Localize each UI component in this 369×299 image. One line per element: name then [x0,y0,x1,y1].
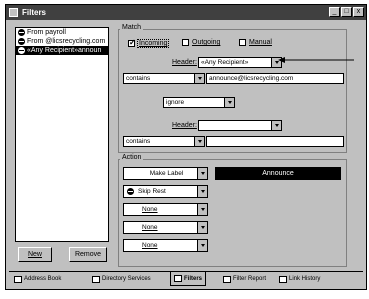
annotation-arrow [278,57,354,63]
outgoing-check-box[interactable] [182,39,189,46]
tab-filters[interactable]: Filters [170,272,207,286]
match-group-label: Match [120,24,144,31]
minimize-button[interactable]: _ [329,7,340,17]
filter-item[interactable]: From payroll [16,28,108,37]
filter-icon [18,38,25,45]
window-title: Filters [22,8,47,17]
filter-report-icon [223,275,231,283]
action-select-2[interactable]: Skip Rest [123,185,208,198]
action-select-3[interactable]: None [123,203,208,216]
close-button[interactable]: x [353,7,364,17]
action-select-value: Skip Rest [138,188,166,195]
conjunction-select-value: ignore [166,99,185,106]
filters-icon [174,275,182,282]
skip-rest-icon [127,188,134,195]
remove-button[interactable]: Remove [69,247,107,262]
action-group-label: Action [120,154,144,161]
incoming-label: Incoming [137,39,170,48]
action-select-value: None [142,206,158,213]
chevron-down-icon[interactable] [194,74,204,83]
conjunction-select[interactable]: ignore [163,97,235,108]
filter-item-label: «Any Recipient»announ [27,47,102,54]
filter-item[interactable]: «Any Recipient»announ [16,46,108,55]
tab-label: Directory Services [102,276,151,282]
chevron-down-icon[interactable] [197,186,207,197]
filter-item[interactable]: From @licsrecycling.com [16,37,108,46]
value1-field[interactable]: announce@licsrecycling.com [206,73,344,84]
action-select-4[interactable]: None [123,221,208,234]
tab-label: Link History [289,276,321,282]
action-select-value: None [142,224,158,231]
title-bar: Filters [6,5,366,20]
manual-check-box[interactable] [239,39,246,46]
header1-select-value: «Any Recipient» [201,59,249,66]
new-button-label: New [27,251,42,258]
header1-label-text: Header: [172,59,197,66]
manual-checkbox[interactable]: Manual [239,39,272,46]
tab-link-history[interactable]: Link History [276,272,323,286]
chevron-down-icon[interactable] [197,222,207,233]
tab-directory-services[interactable]: Directory Services [89,272,154,286]
header2-select[interactable] [198,120,282,131]
action-select-1[interactable]: Make Label [123,167,208,180]
chevron-down-icon[interactable] [224,98,234,107]
filter-icon [18,47,25,54]
value2-field[interactable] [206,136,344,147]
action-select-value: None [142,242,158,249]
incoming-check-box[interactable]: ✓ [128,38,136,47]
condition1-select[interactable]: contains [123,73,205,84]
outgoing-checkbox[interactable]: Outgoing [182,39,220,46]
tab-label: Address Book [24,276,62,282]
action-select-5[interactable]: None [123,239,208,252]
chevron-down-icon[interactable] [194,137,204,146]
remove-button-label: Remove [74,251,102,258]
action-select-value: Make Label [149,170,184,177]
maximize-button[interactable]: □ [341,7,352,17]
header1-label: Header: [172,59,197,66]
new-button[interactable]: New [18,247,52,262]
filter-icon [18,29,25,36]
tab-label: Filters [184,275,203,282]
condition2-select[interactable]: contains [123,136,205,147]
incoming-checkbox[interactable]: ✓ Incoming [128,38,170,48]
link-history-icon [279,275,287,283]
filter-item-label: From payroll [27,29,66,36]
filters-window: Filters _ □ x From payroll From @licsrec… [5,4,367,290]
manual-label: Manual [249,39,272,46]
condition1-select-value: contains [126,75,151,82]
tab-label: Filter Report [233,276,267,282]
chevron-down-icon[interactable] [197,204,207,215]
chevron-down-icon[interactable] [197,168,207,179]
filter-list[interactable]: From payroll From @licsrecycling.com «An… [15,27,109,242]
chevron-down-icon[interactable] [197,240,207,251]
header2-label-text: Header: [172,122,197,129]
outgoing-label: Outgoing [192,39,221,46]
filter-item-label: From @licsrecycling.com [27,38,106,45]
label-value-field[interactable]: Announce [215,167,341,180]
chevron-down-icon[interactable] [271,121,281,130]
tab-filter-report[interactable]: Filter Report [220,272,269,286]
address-book-icon [14,275,22,283]
condition2-select-value: contains [126,138,151,145]
header2-label: Header: [172,122,197,129]
header1-select[interactable]: «Any Recipient» [198,57,282,68]
app-icon [9,8,18,17]
directory-services-icon [92,275,100,283]
tab-address-book[interactable]: Address Book [11,272,64,286]
